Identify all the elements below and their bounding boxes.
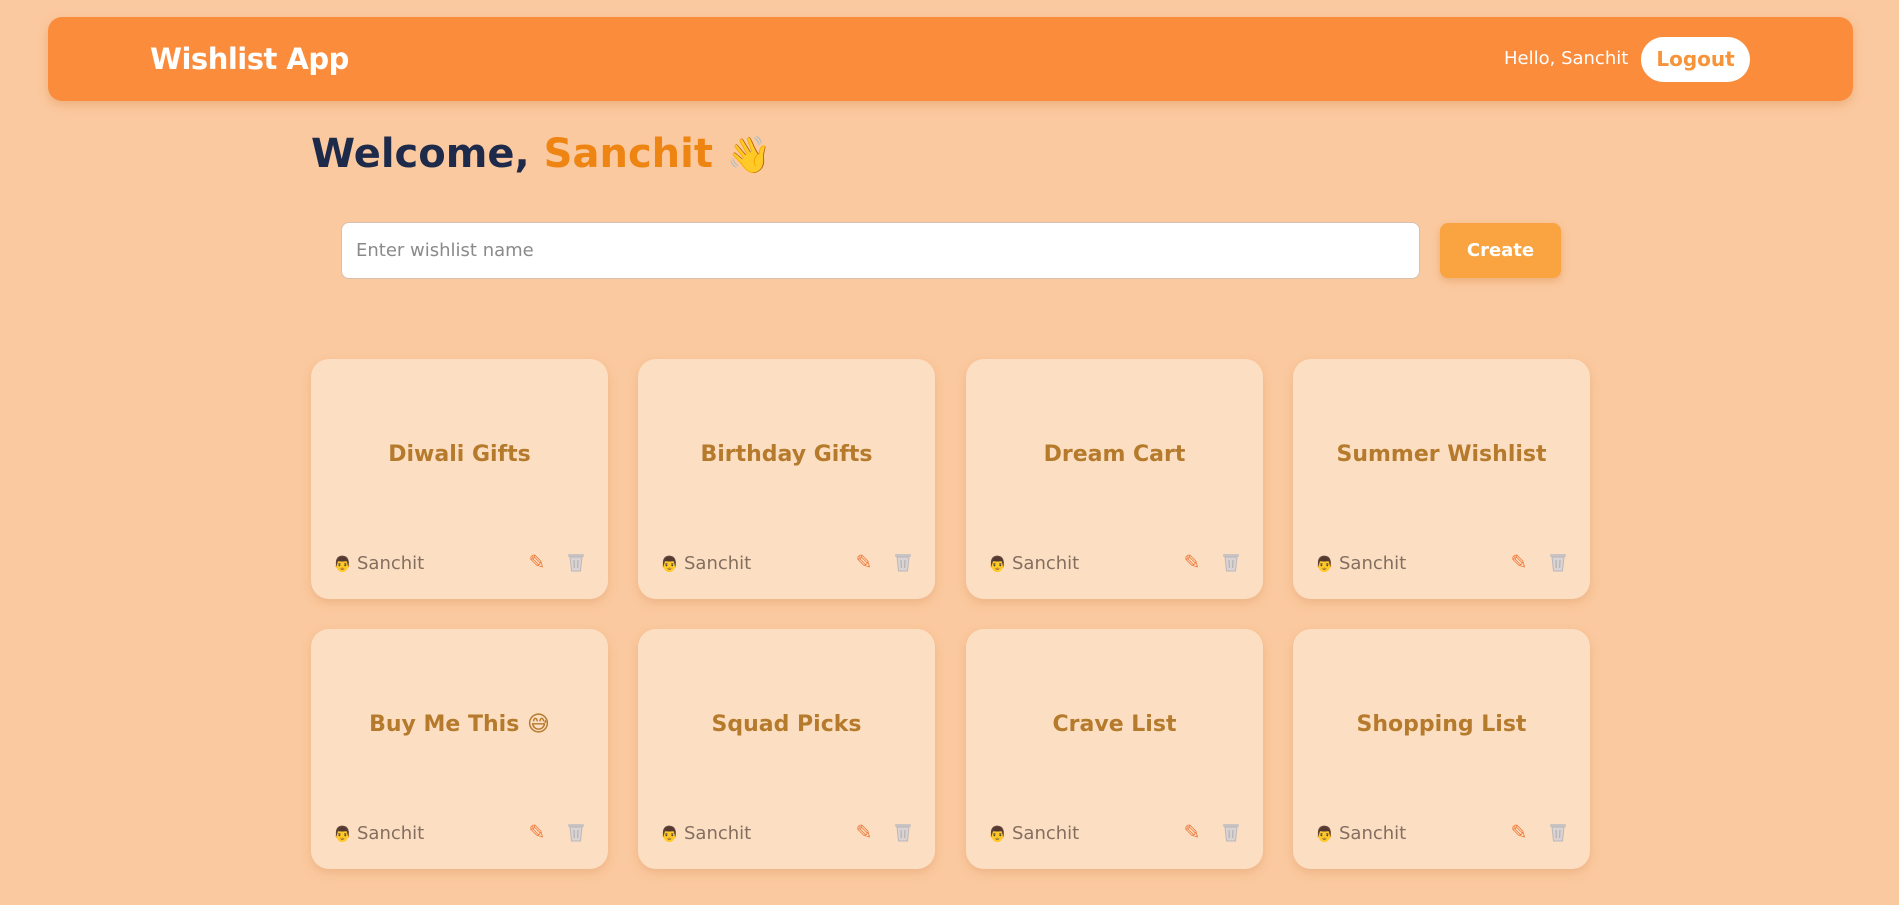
wishlist-card[interactable]: Crave List 👨 Sanchit ✎: [966, 629, 1263, 869]
wishlist-owner: 👨 Sanchit: [988, 823, 1079, 844]
owner-name: Sanchit: [357, 823, 425, 844]
trash-icon[interactable]: [1218, 549, 1244, 575]
trash-icon[interactable]: [1545, 819, 1571, 845]
trash-icon[interactable]: [563, 819, 589, 845]
wishlist-card[interactable]: Dream Cart 👨 Sanchit ✎: [966, 359, 1263, 599]
user-icon: 👨: [660, 825, 679, 843]
trash-icon[interactable]: [890, 819, 916, 845]
wishlist-name-input[interactable]: [341, 222, 1420, 279]
pencil-icon[interactable]: ✎: [1179, 819, 1205, 845]
user-icon: 👨: [660, 555, 679, 573]
wishlist-card[interactable]: Birthday Gifts 👨 Sanchit ✎: [638, 359, 935, 599]
wishlist-title: Crave List: [1052, 712, 1177, 737]
wishlist-owner: 👨 Sanchit: [333, 823, 424, 844]
app-brand[interactable]: Wishlist App: [150, 17, 349, 101]
welcome-heading: Welcome, Sanchit 👋: [311, 131, 772, 189]
welcome-user-name: Sanchit: [543, 131, 713, 177]
wishlist-title: Dream Cart: [1043, 442, 1186, 467]
user-icon: 👨: [333, 825, 352, 843]
wishlist-owner: 👨 Sanchit: [988, 553, 1079, 574]
user-icon: 👨: [988, 555, 1007, 573]
user-icon: 👨: [333, 555, 352, 573]
waving-hand-icon: 👋: [726, 135, 772, 176]
pencil-icon[interactable]: ✎: [851, 549, 877, 575]
trash-icon[interactable]: [1545, 549, 1571, 575]
trash-icon[interactable]: [1218, 819, 1244, 845]
wishlist-card[interactable]: Diwali Gifts 👨 Sanchit ✎: [311, 359, 608, 599]
wishlist-title: Summer Wishlist: [1336, 442, 1547, 467]
user-greeting: Hello, Sanchit: [1504, 48, 1629, 69]
logout-button[interactable]: Logout: [1641, 37, 1750, 82]
pencil-icon[interactable]: ✎: [851, 819, 877, 845]
wishlist-owner: 👨 Sanchit: [1315, 823, 1406, 844]
wishlist-card[interactable]: Buy Me This 😅 👨 Sanchit ✎: [311, 629, 608, 869]
wishlist-card[interactable]: Squad Picks 👨 Sanchit ✎: [638, 629, 935, 869]
pencil-icon[interactable]: ✎: [524, 819, 550, 845]
pencil-icon[interactable]: ✎: [1179, 549, 1205, 575]
user-icon: 👨: [988, 825, 1007, 843]
wishlist-owner: 👨 Sanchit: [1315, 553, 1406, 574]
wishlist-owner: 👨 Sanchit: [333, 553, 424, 574]
owner-name: Sanchit: [1339, 823, 1407, 844]
owner-name: Sanchit: [357, 553, 425, 574]
trash-icon[interactable]: [890, 549, 916, 575]
owner-name: Sanchit: [1012, 553, 1080, 574]
wishlist-title: Buy Me This 😅: [369, 712, 550, 737]
create-wishlist-button[interactable]: Create: [1440, 223, 1561, 278]
trash-icon[interactable]: [563, 549, 589, 575]
wishlist-title: Squad Picks: [711, 712, 862, 737]
owner-name: Sanchit: [684, 823, 752, 844]
owner-name: Sanchit: [684, 553, 752, 574]
user-icon: 👨: [1315, 825, 1334, 843]
wishlist-owner: 👨 Sanchit: [660, 823, 751, 844]
user-icon: 👨: [1315, 555, 1334, 573]
wishlist-card[interactable]: Shopping List 👨 Sanchit ✎: [1293, 629, 1590, 869]
owner-name: Sanchit: [1339, 553, 1407, 574]
navbar: Wishlist App Hello, Sanchit Logout: [48, 17, 1853, 101]
pencil-icon[interactable]: ✎: [1506, 819, 1532, 845]
pencil-icon[interactable]: ✎: [524, 549, 550, 575]
wishlist-title: Diwali Gifts: [388, 442, 531, 467]
wishlist-owner: 👨 Sanchit: [660, 553, 751, 574]
wishlist-title: Shopping List: [1356, 712, 1527, 737]
wishlist-card[interactable]: Summer Wishlist 👨 Sanchit ✎: [1293, 359, 1590, 599]
pencil-icon[interactable]: ✎: [1506, 549, 1532, 575]
wishlist-title: Birthday Gifts: [700, 442, 873, 467]
welcome-prefix: Welcome,: [311, 131, 530, 177]
owner-name: Sanchit: [1012, 823, 1080, 844]
